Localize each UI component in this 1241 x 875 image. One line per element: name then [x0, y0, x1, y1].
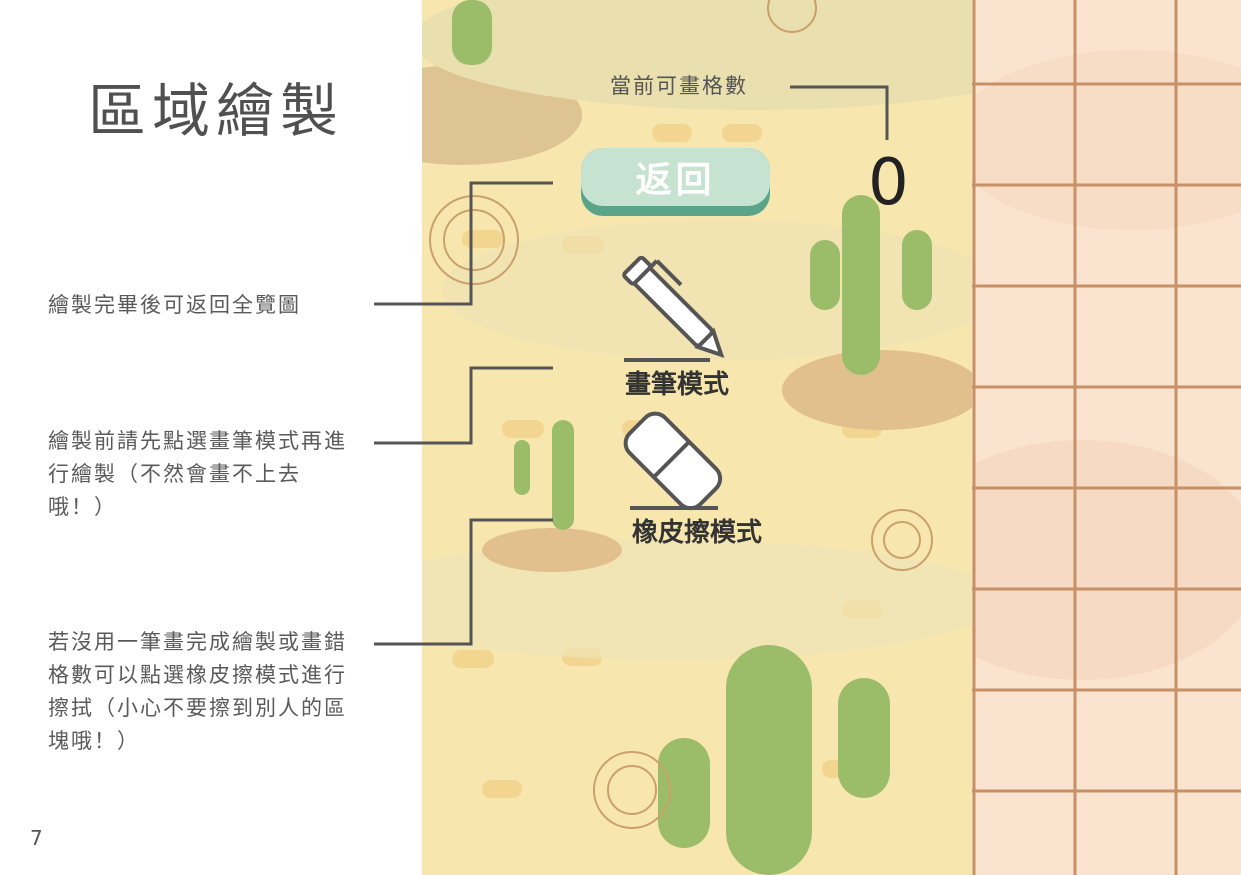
back-button-label: 返回: [635, 160, 716, 201]
annotation-pen: 繪製前請先點選畫筆模式再進行繪製（不然會畫不上去哦！）: [48, 429, 347, 519]
annotation-back: 繪製完畢後可返回全覽圖: [48, 293, 301, 317]
eraser-mode-label[interactable]: 橡皮擦模式: [632, 512, 762, 549]
page-number: 7: [30, 826, 43, 850]
pen-icon: [622, 255, 725, 362]
page-title: 區域繪製: [88, 77, 345, 145]
game-canvas: 畫筆模式 橡皮擦模式: [422, 0, 972, 875]
back-button[interactable]: 返回: [581, 148, 770, 216]
count-value: 0: [868, 146, 909, 220]
explanation-panel: 區域繪製 繪製完畢後可返回全覽圖 繪製前請先點選畫筆模式再進行繪製（不然會畫不上…: [0, 0, 422, 875]
eraser-icon: [623, 411, 723, 511]
back-button-face[interactable]: 返回: [581, 148, 770, 206]
annotation-eraser: 若沒用一筆畫完成繪製或畫錯格數可以點選橡皮擦模式進行擦拭（小心不要擦到別人的區塊…: [48, 630, 347, 753]
grid-lines: [972, 0, 1241, 875]
pen-mode-button[interactable]: [620, 255, 732, 366]
eraser-mode-button[interactable]: [620, 408, 730, 518]
count-label: 當前可畫格數: [610, 74, 748, 98]
drawing-grid[interactable]: [972, 0, 1241, 875]
pen-mode-label[interactable]: 畫筆模式: [625, 364, 729, 401]
